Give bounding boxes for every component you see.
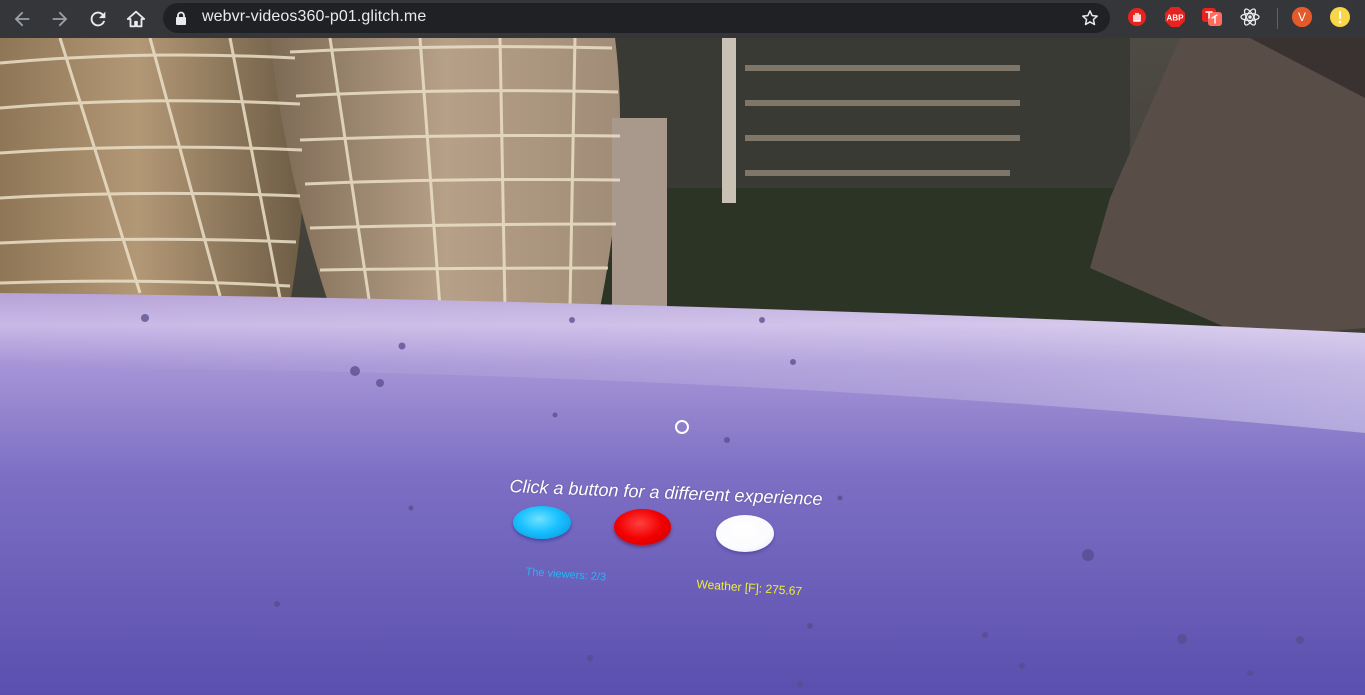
svg-text:V: V <box>1298 10 1306 24</box>
experience-button-red[interactable] <box>614 509 671 545</box>
profile-avatar[interactable]: V <box>1291 6 1313 28</box>
gaze-cursor <box>675 420 689 434</box>
back-arrow-icon <box>14 11 30 27</box>
toolbar-divider <box>1277 8 1278 29</box>
adblock-plus-icon[interactable]: ABP <box>1164 6 1186 28</box>
back-button[interactable] <box>8 5 36 33</box>
address-bar[interactable]: webvr-videos360-p01.glitch.me <box>163 3 1110 33</box>
translate-extension-icon[interactable] <box>1201 6 1223 28</box>
experience-button-white[interactable] <box>716 515 774 552</box>
update-alert-icon[interactable] <box>1329 6 1351 28</box>
lock-icon <box>176 11 186 25</box>
svg-text:ABP: ABP <box>1167 14 1185 23</box>
reload-icon <box>90 11 106 27</box>
home-button[interactable] <box>122 5 150 33</box>
react-devtools-icon[interactable] <box>1239 6 1261 28</box>
reload-button[interactable] <box>84 5 112 33</box>
panorama-video <box>0 38 1365 695</box>
home-icon <box>126 10 146 28</box>
bookmark-star-icon[interactable] <box>1080 8 1100 28</box>
vr-scene[interactable]: Click a button for a different experienc… <box>0 38 1365 695</box>
experience-button-blue[interactable] <box>513 506 571 539</box>
forward-arrow-icon <box>52 11 68 27</box>
url-text: webvr-videos360-p01.glitch.me <box>202 8 427 25</box>
browser-toolbar: webvr-videos360-p01.glitch.me ABP V <box>0 0 1365 38</box>
forward-button[interactable] <box>46 5 74 33</box>
hand-stop-extension-icon[interactable] <box>1126 6 1148 28</box>
